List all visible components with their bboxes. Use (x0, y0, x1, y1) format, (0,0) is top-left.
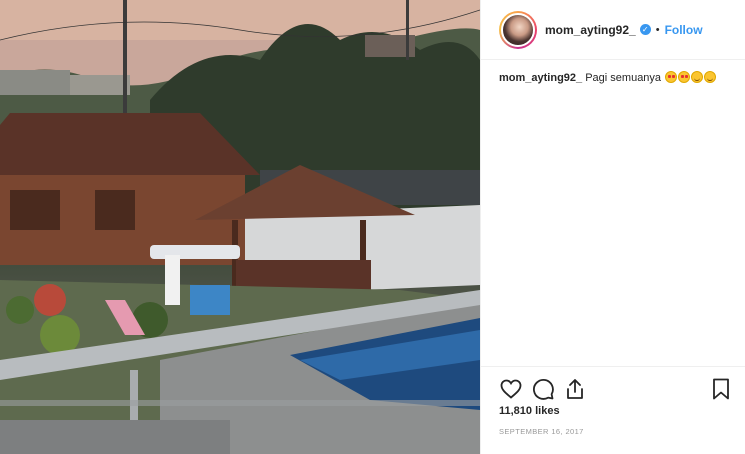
bookmark-icon[interactable] (709, 377, 733, 401)
smiling-face-emoji (704, 71, 717, 83)
caption-username[interactable]: mom_ayting92_ (499, 72, 582, 84)
likes-count[interactable]: 11,810 likes (499, 405, 560, 417)
caption-text: Pagi semuanya (585, 72, 662, 84)
share-icon[interactable] (563, 377, 587, 401)
avatar-story-ring[interactable] (499, 10, 537, 49)
post-side-panel: mom_ayting92_ ✓ • Follow mom_ayting92_ P… (480, 0, 745, 454)
separator-dot: • (655, 23, 660, 36)
post-date[interactable]: SEPTEMBER 16, 2017 (499, 427, 584, 436)
action-icon-row (499, 377, 731, 401)
star-struck-emoji (678, 71, 691, 83)
post-header: mom_ayting92_ ✓ • Follow (481, 0, 745, 60)
smiling-face-emoji (691, 71, 704, 83)
photo-scene (0, 0, 480, 454)
post-photo[interactable] (0, 0, 480, 454)
avatar[interactable] (501, 12, 535, 47)
verified-badge-icon: ✓ (639, 24, 651, 35)
star-struck-emoji (665, 71, 678, 83)
post-caption: mom_ayting92_ Pagi semuanya (499, 70, 739, 86)
heart-icon[interactable] (499, 377, 523, 401)
username-link[interactable]: mom_ayting92_ (545, 23, 636, 37)
comment-icon[interactable] (531, 377, 555, 401)
post-actions-section: 11,810 likes SEPTEMBER 16, 2017 (481, 366, 745, 454)
follow-button[interactable]: Follow (665, 23, 703, 37)
